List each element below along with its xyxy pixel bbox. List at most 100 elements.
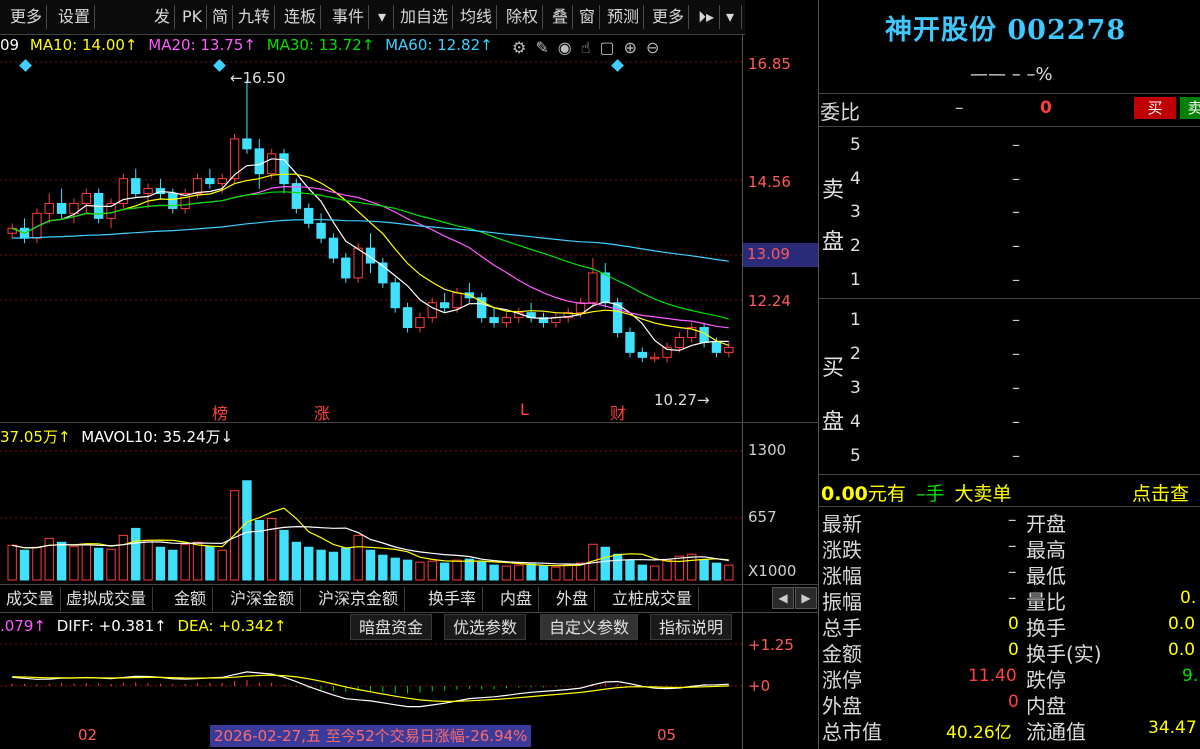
click-view-link[interactable]: 点击查	[1132, 479, 1189, 506]
divider	[819, 93, 1200, 94]
sell-level: 2	[850, 236, 861, 256]
volume-bar	[378, 554, 388, 581]
quote-value: –	[1008, 562, 1017, 582]
tab-lizhuang-volume[interactable]: 立桩成交量	[606, 587, 700, 611]
price-tick: 14.56	[748, 173, 791, 191]
scroll-left-icon[interactable]: ◀	[772, 587, 794, 609]
candle-body	[489, 317, 499, 324]
current-price-box: 13.09	[743, 243, 818, 267]
candle-body	[56, 202, 67, 214]
divider	[819, 474, 1200, 475]
volume-bar	[353, 534, 363, 581]
big-order-lots: –手	[915, 483, 945, 505]
quote-value: 11.40	[968, 666, 1017, 686]
custom-params-button[interactable]: 自定义参数	[540, 614, 639, 640]
volume-bar	[205, 545, 215, 581]
quote-label: 涨跌	[822, 538, 862, 562]
volume-bar	[612, 553, 623, 581]
candle-body	[254, 148, 264, 175]
weibi-label: 委比	[820, 100, 860, 124]
big-order-text: 元有	[867, 483, 906, 505]
tab-turnover[interactable]: 换手率	[422, 587, 484, 611]
divider	[819, 506, 1200, 507]
volume-bar	[341, 547, 351, 581]
quote-label: 最新	[822, 512, 862, 536]
big-order-amount: 0.00	[821, 483, 868, 505]
volume-bar	[625, 559, 635, 581]
tab-volume[interactable]: 成交量	[0, 587, 62, 611]
divider	[0, 612, 818, 613]
buy-level: 5	[850, 446, 861, 466]
volume-bar	[56, 541, 67, 581]
volume-bar	[106, 548, 116, 581]
mark-l[interactable]: L	[520, 400, 529, 419]
volume-bar	[168, 549, 178, 581]
stock-title: 神开股份 002278	[885, 15, 1127, 46]
sell-level: 1	[850, 270, 861, 290]
tab-hsj-amount[interactable]: 沪深京金额	[312, 587, 406, 611]
diff-value: DIFF: +0.381↑	[56, 617, 167, 635]
tab-virtual-volume[interactable]: 虚拟成交量	[60, 587, 154, 611]
sell-price: –	[1012, 135, 1020, 154]
divider	[819, 298, 1200, 299]
candle-body	[328, 237, 339, 259]
candle-body	[341, 257, 351, 279]
big-order-line: 0.00元有 –手 大卖单	[821, 479, 1012, 506]
price-tick: 16.85	[748, 55, 791, 73]
tab-hs-amount[interactable]: 沪深金额	[224, 587, 302, 611]
candle-body	[415, 317, 425, 329]
volume-bar	[600, 546, 610, 581]
low-annotation: 10.27→	[654, 391, 710, 409]
candle-body	[242, 138, 252, 150]
optimize-params-button[interactable]: 优选参数	[444, 614, 527, 640]
volume-bar	[439, 562, 450, 581]
buy-level: 3	[850, 378, 861, 398]
candle-body	[279, 153, 289, 185]
dea-value: DEA: +0.342↑	[177, 617, 287, 635]
mark-zhang[interactable]: 涨	[314, 400, 330, 424]
sell-side-label-2: 盘	[822, 230, 845, 255]
sell-price: –	[1012, 169, 1020, 188]
volume-tick: 657	[748, 508, 777, 526]
candle-body	[625, 332, 635, 353]
quote-label: 外盘	[822, 694, 862, 718]
quote-label: 涨停	[822, 668, 862, 692]
mark-bang[interactable]: 榜	[212, 400, 228, 424]
sell-price: –	[1012, 202, 1020, 221]
high-annotation: ←16.50	[230, 69, 286, 87]
tab-outer[interactable]: 外盘	[550, 587, 596, 611]
quote-label: 量比	[1026, 590, 1066, 614]
volume-bar	[662, 559, 672, 581]
volume-bar	[650, 565, 660, 581]
quote-label: 总手	[822, 616, 862, 640]
buy-price: –	[1012, 378, 1020, 397]
volume-bar	[489, 564, 499, 581]
divider	[819, 126, 1200, 127]
sell-side-label: 卖	[822, 178, 845, 203]
divider	[0, 422, 818, 423]
tab-amount[interactable]: 金额	[168, 587, 214, 611]
quote-value: 0	[1008, 640, 1019, 660]
candle-body	[650, 356, 660, 360]
mark-cai[interactable]: 财	[610, 400, 626, 424]
dark-pool-button[interactable]: 暗盘资金	[350, 614, 433, 640]
sell-button[interactable]: 卖	[1180, 97, 1200, 119]
price-change-line: —— – –%	[970, 64, 1053, 85]
volume-bar	[32, 546, 42, 581]
volume-bar	[254, 519, 264, 581]
tab-inner[interactable]: 内盘	[494, 587, 540, 611]
volume-bar	[526, 563, 536, 581]
candle-body	[205, 178, 215, 185]
volume-bar	[242, 480, 252, 581]
buy-button[interactable]: 买	[1134, 97, 1176, 119]
volume-bar	[551, 566, 561, 581]
indicator-help-button[interactable]: 指标说明	[650, 614, 733, 640]
quote-value: –	[1008, 510, 1017, 530]
volume-bar	[266, 517, 277, 581]
candle-body	[600, 272, 610, 304]
volume-bar	[328, 551, 339, 581]
volume-bar	[711, 562, 722, 581]
volume-bar	[7, 544, 17, 581]
candle-body	[81, 193, 91, 204]
scroll-right-icon[interactable]: ▶	[795, 587, 817, 609]
